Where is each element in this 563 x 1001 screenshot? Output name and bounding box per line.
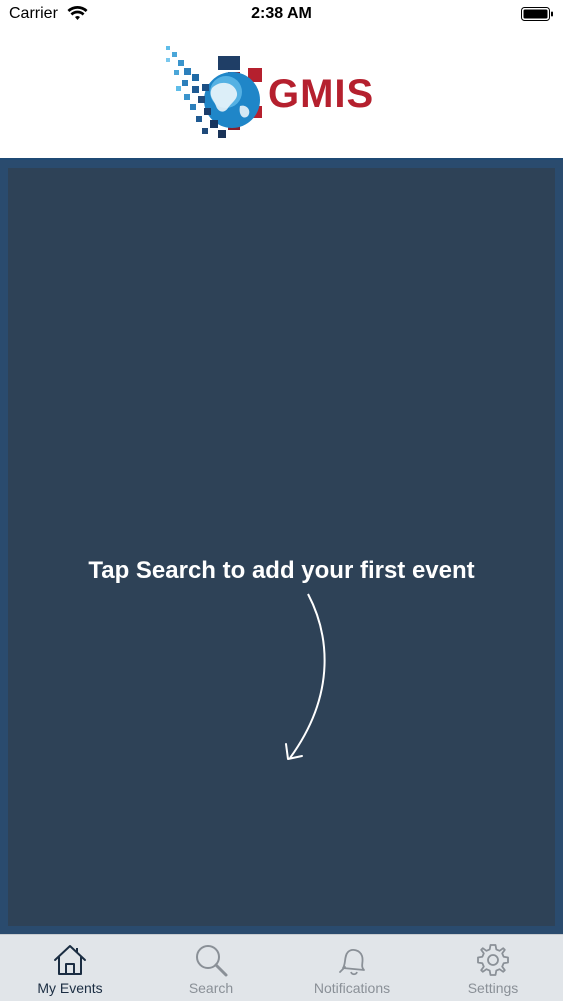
globe-logo-icon [166,46,262,138]
hint-arrow-icon [285,593,326,760]
tab-search[interactable]: Search [141,935,281,1001]
search-icon [196,945,228,977]
battery-icon [521,7,553,21]
tab-bar: My Events Search Notifications Settings [0,934,563,1001]
tab-notifications-label: Notifications [313,980,391,996]
tab-my-events[interactable]: My Events [0,935,140,1001]
tab-notifications[interactable]: Notifications [282,935,422,1001]
status-time: 2:38 AM [251,5,312,22]
app-header: GMIS [0,28,563,160]
tab-settings-label: Settings [467,980,519,996]
home-icon [54,945,86,975]
tab-settings[interactable]: Settings [423,935,563,1001]
logo-text: GMIS [268,72,375,116]
tab-my-events-label: My Events [37,980,103,996]
tab-search-label: Search [188,980,234,996]
bell-icon [339,949,365,976]
gear-icon [477,944,509,976]
status-bar: Carrier 2:38 AM [0,0,563,28]
empty-state-message: Tap Search to add your first event [88,557,475,584]
events-list-area [0,160,563,934]
events-empty-panel [8,168,555,926]
